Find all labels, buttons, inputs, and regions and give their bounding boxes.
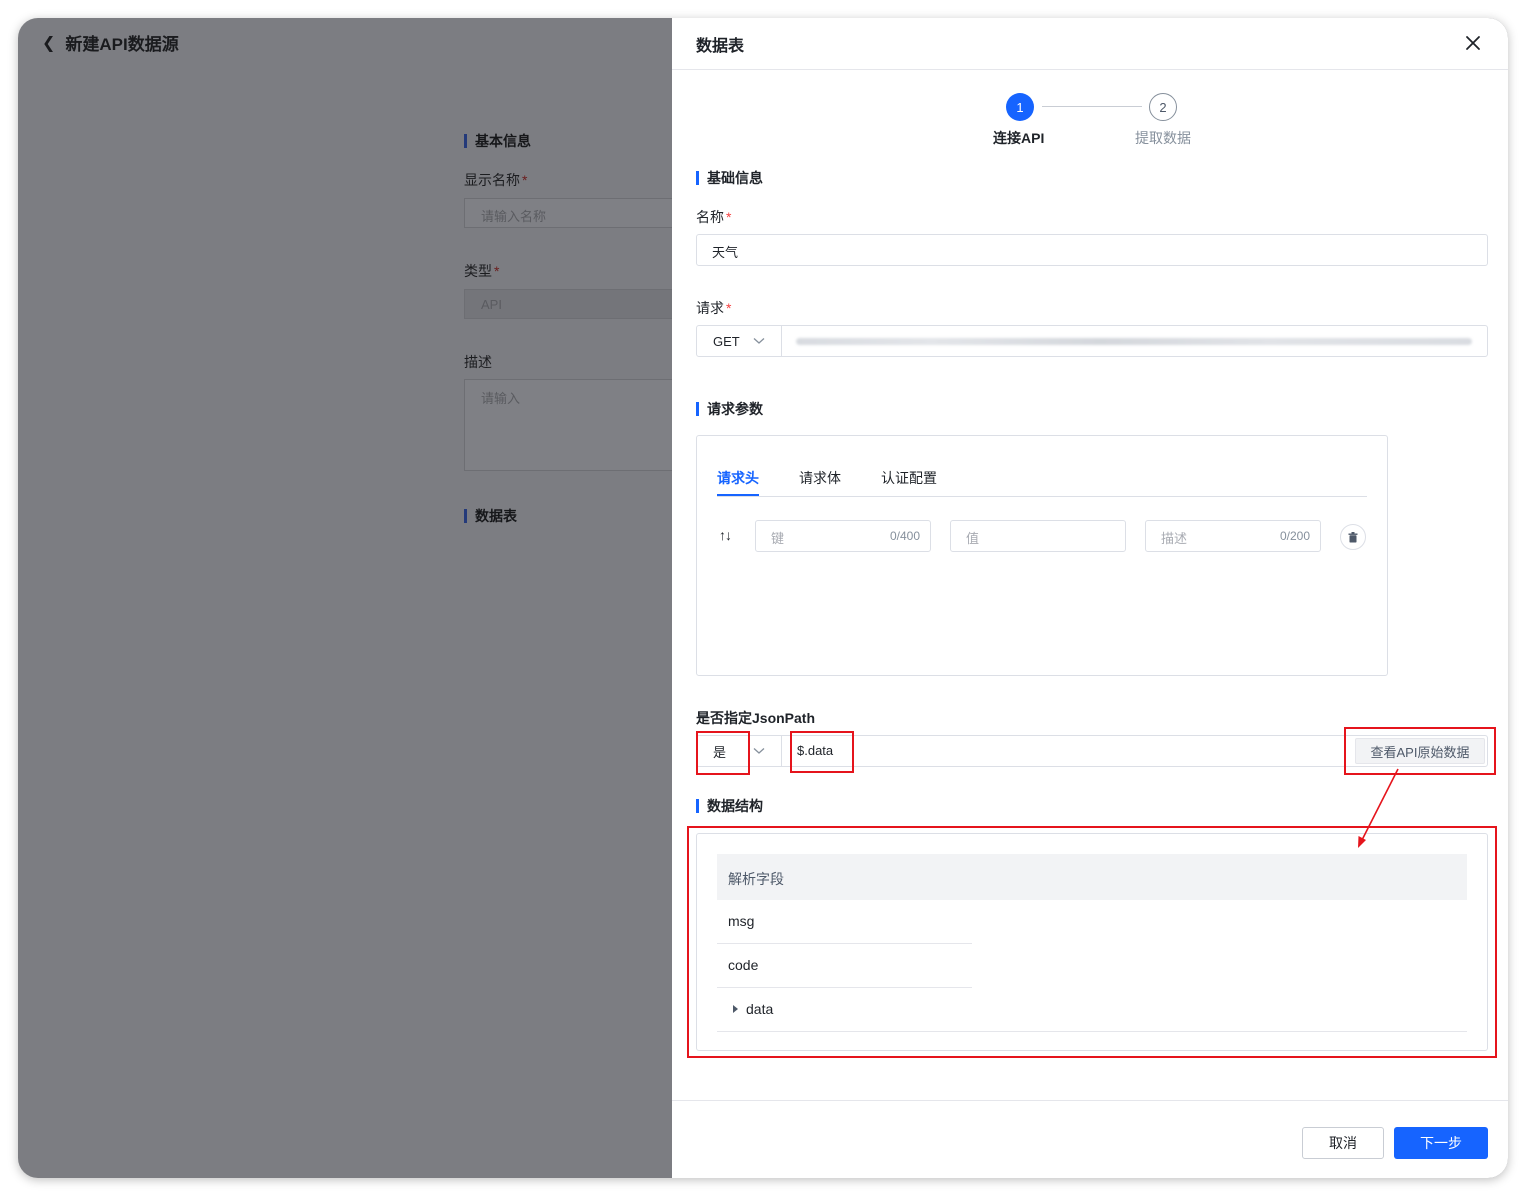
sort-icon[interactable]: ↑↓ (719, 527, 732, 543)
step-1-circle: 1 (1006, 93, 1034, 121)
value-input[interactable]: 值 (950, 520, 1126, 552)
key-input[interactable]: 键 0/400 (755, 520, 931, 552)
header-divider (672, 69, 1508, 70)
name-label: 名称 * (696, 209, 732, 225)
key-placeholder: 键 (771, 531, 785, 546)
name-input[interactable]: 天气 (696, 234, 1488, 266)
method-select[interactable]: GET (696, 325, 782, 357)
chevron-left-icon[interactable]: ❮ (42, 33, 55, 53)
step-1-label: 连接API (993, 130, 1045, 146)
section-data-structure: 数据结构 (696, 799, 763, 813)
annotation-box-jsonpath (790, 731, 854, 773)
section-basic-info: 基础信息 (696, 171, 763, 185)
desc-placeholder: 描述 (1161, 531, 1188, 546)
drawer-title: 数据表 (696, 38, 745, 55)
bg-section-basic: 基本信息 (464, 134, 531, 148)
footer-divider (672, 1100, 1508, 1101)
bg-type-input: API (464, 289, 684, 319)
request-label: 请求 * (696, 300, 732, 316)
annotation-box-raw-button (1344, 727, 1496, 775)
request-params-panel: 请求头 请求体 认证配置 ↑↓ 键 0/400 值 描述 0/200 (696, 435, 1388, 676)
chevron-down-icon (753, 338, 765, 344)
bg-desc-textarea[interactable]: 请输入 (464, 379, 684, 471)
datatable-drawer: 数据表 1 2 连接API 提取数据 基础信息 名称 * 天气 请求 * GET 请… (672, 18, 1508, 1178)
bg-desc-label: 描述 (464, 354, 492, 370)
bg-display-name-label: 显示名称 * (464, 172, 528, 188)
url-redacted (796, 338, 1472, 345)
tab-request-body[interactable]: 请求体 (799, 468, 841, 488)
params-tabs: 请求头 请求体 认证配置 (717, 466, 1367, 497)
next-step-button[interactable]: 下一步 (1394, 1127, 1488, 1159)
back-header[interactable]: ❮ 新建API数据源 (42, 30, 179, 55)
section-request-params: 请求参数 (696, 402, 763, 416)
jsonpath-label: 是否指定JsonPath (696, 710, 816, 726)
delete-row-button[interactable] (1340, 524, 1366, 550)
chevron-down-icon (753, 748, 765, 754)
annotation-box-structure (687, 826, 1497, 1058)
step-2-circle: 2 (1149, 93, 1177, 121)
bg-type-label: 类型 * (464, 263, 500, 279)
bg-section-table: 数据表 (464, 509, 517, 523)
tab-request-header[interactable]: 请求头 (717, 468, 759, 488)
desc-char-count: 0/200 (1279, 529, 1310, 543)
key-char-count: 0/400 (889, 529, 920, 543)
trash-icon (1348, 531, 1358, 542)
url-input[interactable] (781, 325, 1488, 357)
step-connector (1042, 106, 1142, 107)
value-placeholder: 值 (966, 531, 980, 546)
bg-display-name-input[interactable]: 请输入名称 (464, 198, 684, 228)
step-2-label: 提取数据 (1135, 130, 1191, 146)
close-icon[interactable] (1462, 32, 1484, 54)
active-tab-indicator (717, 494, 759, 496)
desc-input[interactable]: 描述 0/200 (1145, 520, 1321, 552)
method-value: GET (713, 333, 740, 349)
header-param-row: ↑↓ 键 0/400 值 描述 0/200 (717, 520, 1377, 552)
cancel-button[interactable]: 取消 (1302, 1127, 1384, 1159)
app-window: ❮ 新建API数据源 基本信息 显示名称 * 请输入名称 类型 * API 描述 请… (18, 18, 1508, 1178)
tab-auth-config[interactable]: 认证配置 (881, 468, 937, 488)
page-title: 新建API数据源 (65, 35, 179, 54)
annotation-box-select (696, 731, 750, 775)
